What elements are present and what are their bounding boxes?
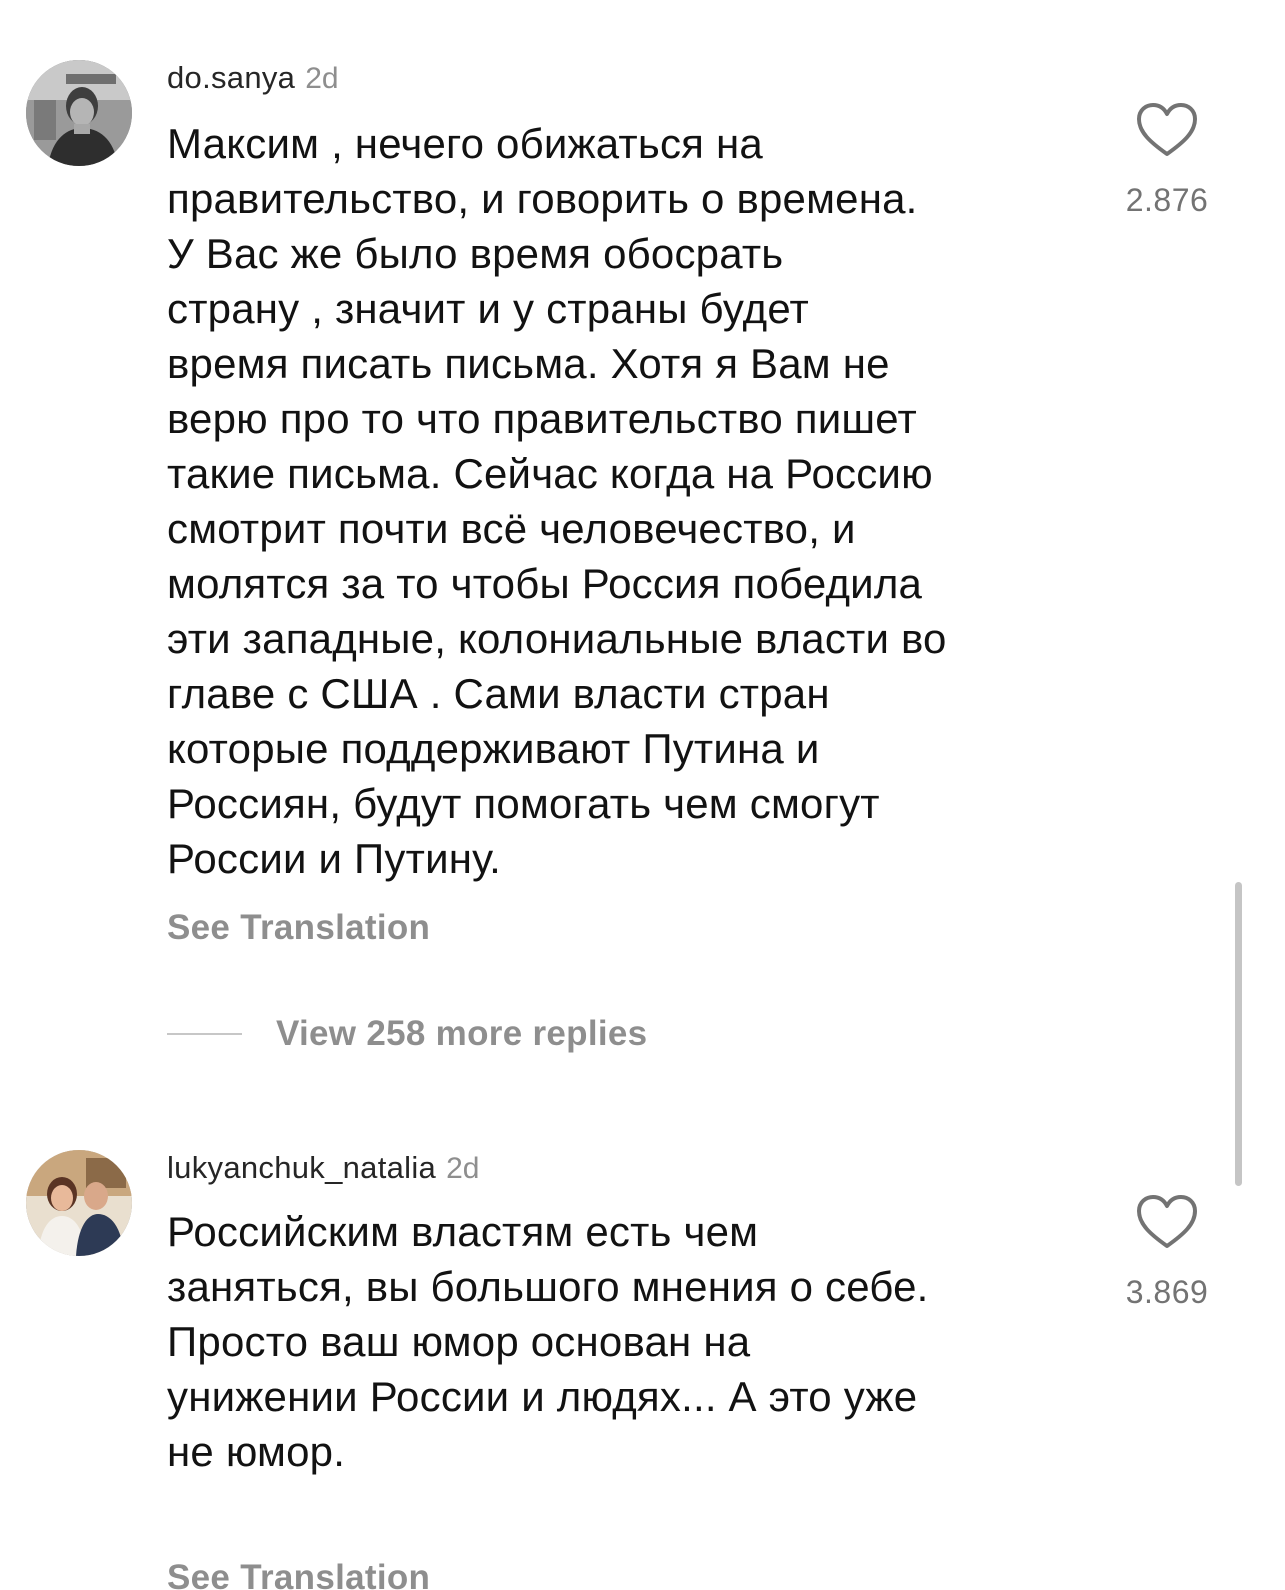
comment-text: Максим , нечего обижаться на правительст… bbox=[167, 120, 947, 882]
see-translation-link[interactable]: See Translation bbox=[167, 1558, 430, 1590]
comment-header: do.sanya 2d bbox=[167, 52, 339, 104]
like-count: 3.869 bbox=[1125, 1274, 1209, 1310]
avatar[interactable] bbox=[26, 60, 132, 166]
scrollbar[interactable] bbox=[1235, 882, 1242, 1186]
heart-outline-icon[interactable] bbox=[1136, 102, 1198, 158]
heart-outline-icon[interactable] bbox=[1136, 1194, 1198, 1250]
timestamp: 2d bbox=[446, 1152, 480, 1185]
avatar-photo-icon bbox=[26, 1150, 132, 1256]
avatar-photo-icon bbox=[26, 60, 132, 166]
comment-header: lukyanchuk_natalia 2d bbox=[167, 1142, 479, 1194]
avatar[interactable] bbox=[26, 1150, 132, 1256]
view-replies-button[interactable]: View 258 more replies bbox=[167, 1012, 647, 1056]
username[interactable]: lukyanchuk_natalia bbox=[167, 1150, 436, 1185]
comments-page: do.sanya 2d Максим , нечего обижаться на … bbox=[0, 0, 1285, 1590]
timestamp: 2d bbox=[305, 62, 339, 95]
replies-divider bbox=[167, 1033, 242, 1035]
username[interactable]: do.sanya bbox=[167, 60, 295, 95]
like-control: 2.876 bbox=[1105, 102, 1229, 219]
like-control: 3.869 bbox=[1105, 1194, 1229, 1311]
view-replies-label: View 258 more replies bbox=[276, 1014, 648, 1053]
comment-text: Российским властям есть чем заняться, вы… bbox=[167, 1208, 929, 1475]
see-translation-link[interactable]: See Translation bbox=[167, 908, 430, 948]
like-count: 2.876 bbox=[1125, 182, 1209, 218]
